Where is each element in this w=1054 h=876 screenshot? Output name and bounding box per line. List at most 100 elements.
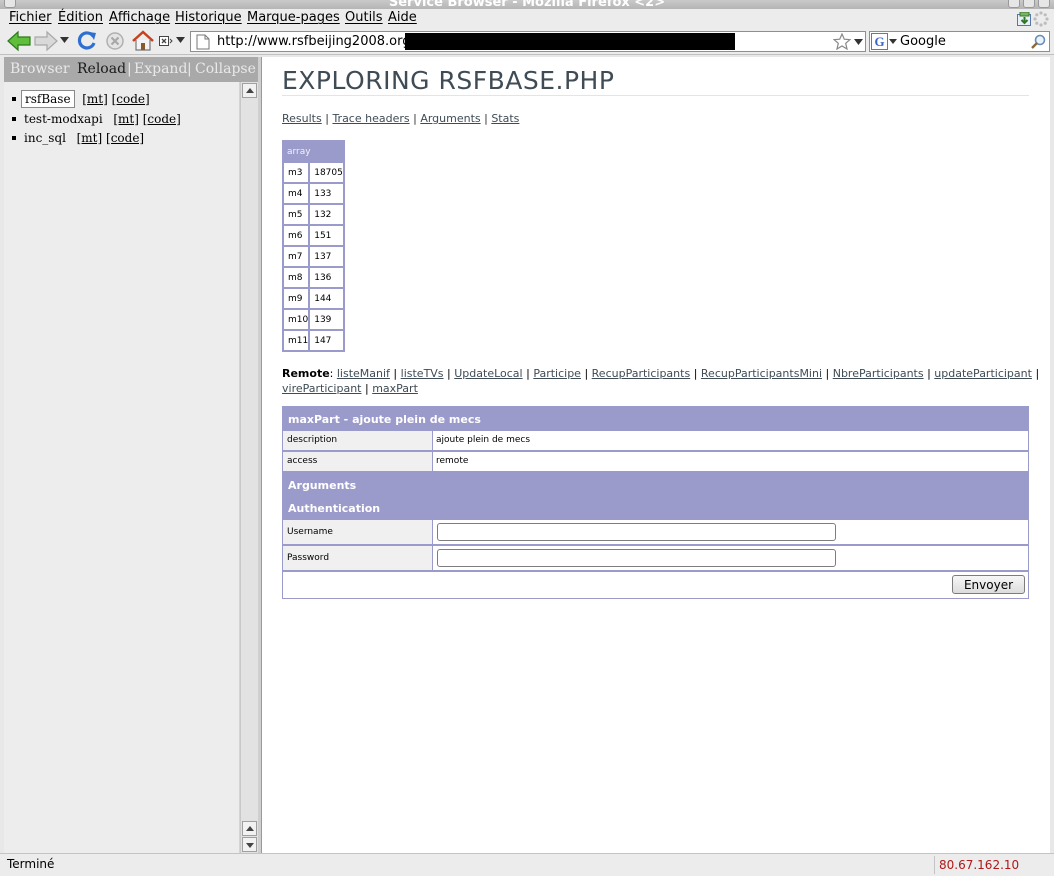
tree-item-mt-link[interactable]: [mt] <box>82 92 108 106</box>
array-row: m9 144 <box>283 288 344 309</box>
scroll-down-icon[interactable] <box>242 837 257 852</box>
method-title: maxPart - ajoute plein de mecs <box>283 407 1028 430</box>
sidebar-reload-link[interactable]: Reload <box>77 61 126 77</box>
menu-aide[interactable]: Aide <box>388 10 417 25</box>
page-content: EXPLORING RSFBASE.PHP Results | Trace he… <box>261 57 1050 853</box>
sidebar-browser-link[interactable]: Browser <box>10 61 70 77</box>
array-row: m5 132 <box>283 204 344 225</box>
sidebar-collapse-link[interactable]: Collapse <box>195 61 256 77</box>
submit-row: Envoyer <box>283 572 1028 598</box>
link-results[interactable]: Results <box>282 112 322 125</box>
scroll-up-icon[interactable] <box>242 821 257 836</box>
menu-marque-pages[interactable]: Marque-pages <box>247 10 340 25</box>
url-bar[interactable]: http://www.rsfbeijing2008.org/ <box>190 31 866 52</box>
home-icon[interactable] <box>131 30 155 52</box>
menu-affichage[interactable]: Affichage <box>109 10 170 25</box>
downloads-icon[interactable] <box>1017 12 1032 26</box>
method-link[interactable]: listeTVs <box>401 367 444 380</box>
back-icon[interactable] <box>6 30 32 52</box>
google-engine-icon[interactable]: G <box>871 33 888 50</box>
array-value: 137 <box>309 246 344 267</box>
tabs-icon[interactable] <box>159 34 173 47</box>
method-link[interactable]: RecupParticipantsMini <box>701 367 822 380</box>
link-stats[interactable]: Stats <box>491 112 519 125</box>
sidebar-expand-link[interactable]: Expand <box>134 61 187 77</box>
tree-item-name[interactable]: inc_sql <box>21 130 69 146</box>
method-link[interactable]: RecupParticipants <box>592 367 691 380</box>
tree-item-name[interactable]: test-modxapi <box>21 111 106 127</box>
search-bar[interactable]: G Google <box>869 31 1050 52</box>
bookmark-star-icon[interactable] <box>833 33 851 50</box>
title-bar: Service Browser - Mozilla Firefox <2> <box>0 0 1054 9</box>
method-link[interactable]: vireParticipant <box>282 382 362 395</box>
username-label: Username <box>283 520 432 544</box>
array-value: 144 <box>309 288 344 309</box>
access-value: remote <box>433 452 1028 471</box>
array-row: m3 18705 <box>283 162 344 183</box>
array-value: 147 <box>309 330 344 351</box>
method-link[interactable]: updateParticipant <box>934 367 1032 380</box>
tabs-dropdown-icon[interactable] <box>176 36 185 44</box>
method-link-active[interactable]: maxPart <box>372 382 418 395</box>
tree-item-mt-link[interactable]: [mt] <box>113 112 139 126</box>
close-icon[interactable] <box>1038 0 1050 8</box>
history-dropdown-icon[interactable] <box>60 36 69 44</box>
method-link[interactable]: NbreParticipants <box>833 367 924 380</box>
search-icon[interactable] <box>1030 34 1046 50</box>
reload-icon[interactable] <box>76 30 98 52</box>
url-text[interactable]: http://www.rsfbeijing2008.org/ <box>217 34 415 49</box>
array-row: m8 136 <box>283 267 344 288</box>
access-row: access remote <box>283 451 1028 472</box>
remote-methods: Remote: listeManif | listeTVs | UpdateLo… <box>282 367 1040 395</box>
minimize-icon[interactable] <box>1008 0 1020 8</box>
array-key: m8 <box>283 267 310 288</box>
tree-item-code-link[interactable]: [code] <box>143 112 181 126</box>
array-table: array m3 18705 m4 133 m5 132 m6 151 m7 137 m8 136 m9… <box>282 140 345 352</box>
envoyer-button[interactable]: Envoyer <box>952 575 1025 594</box>
array-value: 136 <box>309 267 344 288</box>
menu-edition[interactable]: Édition <box>58 10 103 25</box>
window-title: Service Browser - Mozilla Firefox <2> <box>388 0 666 9</box>
link-trace-headers[interactable]: Trace headers <box>332 112 409 125</box>
tree-item-code-link[interactable]: [code] <box>112 92 150 106</box>
array-row: m4 133 <box>283 183 344 204</box>
username-row: Username <box>283 519 1028 545</box>
tree-item-name[interactable]: rsfBase <box>21 90 75 108</box>
username-field[interactable] <box>437 523 836 541</box>
array-key: m9 <box>283 288 310 309</box>
status-text: Terminé <box>7 857 55 871</box>
menu-historique[interactable]: Historique <box>175 10 242 25</box>
tree-item-test-modxapi: test-modxapi [mt] [code] <box>12 112 181 130</box>
method-link[interactable]: Participe <box>533 367 581 380</box>
tree-item-code-link[interactable]: [code] <box>106 131 144 145</box>
search-engine-dropdown-icon[interactable] <box>889 39 897 44</box>
method-link[interactable]: UpdateLocal <box>454 367 522 380</box>
scroll-up-icon[interactable] <box>242 83 257 98</box>
menu-outils[interactable]: Outils <box>345 10 383 25</box>
username-cell <box>433 520 1028 544</box>
status-bar: Terminé 80.67.162.10 <box>0 853 1054 876</box>
window-menu-icon[interactable] <box>4 0 16 8</box>
password-field[interactable] <box>437 549 836 567</box>
browser-window: Service Browser - Mozilla Firefox <2> Fi… <box>0 0 1054 876</box>
array-value: 151 <box>309 225 344 246</box>
link-arguments[interactable]: Arguments <box>420 112 480 125</box>
method-form: maxPart - ajoute plein de mecs descripti… <box>282 406 1029 599</box>
bullet-icon <box>12 97 16 101</box>
description-label: description <box>283 431 432 450</box>
stop-icon[interactable] <box>104 30 126 52</box>
forward-icon[interactable] <box>33 30 59 52</box>
maximize-icon[interactable] <box>1023 0 1035 8</box>
method-link[interactable]: listeManif <box>337 367 390 380</box>
search-input[interactable]: Google <box>900 34 946 49</box>
url-dropdown-icon[interactable] <box>854 39 863 46</box>
array-value: 139 <box>309 309 344 330</box>
array-key: m4 <box>283 183 310 204</box>
tree-item-mt-link[interactable]: [mt] <box>77 131 103 145</box>
sidebar-scrollbar[interactable] <box>240 82 258 853</box>
page-icon <box>196 34 210 50</box>
arguments-heading: Arguments <box>283 473 1028 496</box>
sidebar-separator: | <box>187 61 192 77</box>
menu-fichier[interactable]: Fichier <box>9 10 52 25</box>
title-divider <box>282 95 1029 96</box>
